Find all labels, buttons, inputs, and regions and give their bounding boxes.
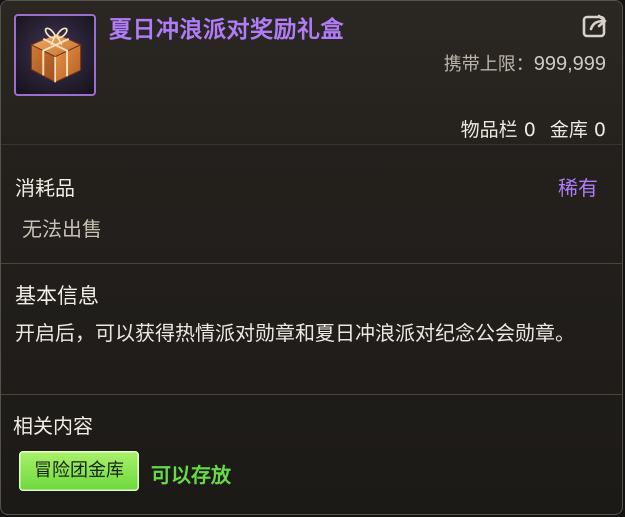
basic-info-section: 基本信息 开启后，可以获得热情派对勋章和夏日冲浪派对纪念公会勋章。 (1, 267, 622, 395)
item-title: 夏日冲浪派对奖励礼盒 (109, 17, 344, 43)
related-content-heading: 相关内容 (13, 414, 93, 438)
item-location-counts: 物品栏 0 金库 0 (461, 115, 606, 142)
basic-info-description: 开启后，可以获得热情派对勋章和夏日冲浪派对纪念公会勋章。 (15, 321, 575, 345)
carry-limit: 携带上限：999,999 (444, 50, 606, 76)
gift-box-icon (30, 27, 82, 84)
storage-count: 金库 0 (549, 119, 606, 141)
consumable-section: 消耗品 稀有 无法出售 (1, 168, 622, 264)
basic-info-heading: 基本信息 (15, 284, 99, 308)
item-tooltip: 夏日冲浪派对奖励礼盒 携带上限：999,999 物品栏 0 金库 0 消耗品 稀… (0, 0, 623, 515)
adventure-vault-button[interactable]: 冒险团金库 (19, 451, 139, 491)
storage-status: 可以存放 (151, 463, 231, 487)
item-icon-frame (14, 14, 96, 96)
item-rarity: 稀有 (558, 176, 598, 200)
carry-limit-value: 999,999 (533, 53, 606, 75)
item-type: 消耗品 (15, 176, 75, 200)
inventory-count: 物品栏 0 (460, 119, 536, 141)
share-icon[interactable] (580, 11, 610, 41)
related-content-section: 相关内容 冒险团金库 可以存放 (1, 399, 622, 505)
carry-limit-label: 携带上限： (443, 54, 534, 75)
sale-status: 无法出售 (22, 217, 102, 241)
item-header: 夏日冲浪派对奖励礼盒 携带上限：999,999 物品栏 0 金库 0 (1, 1, 622, 145)
